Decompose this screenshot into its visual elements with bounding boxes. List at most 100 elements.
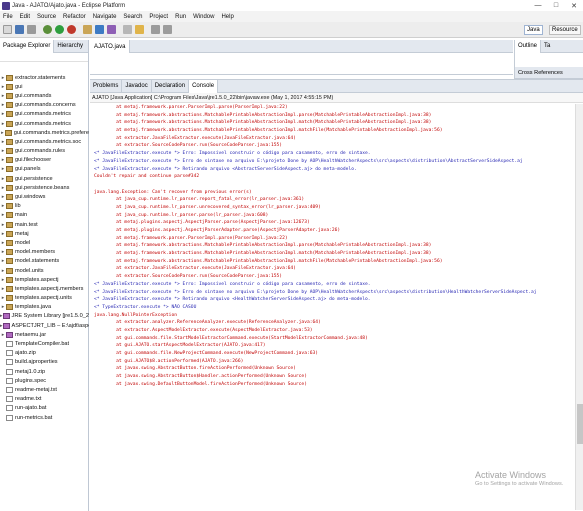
tree-item[interactable]: ▸ metaemu.jar <box>0 330 89 339</box>
tree-item[interactable]: ▸ gui.persistence.beans <box>0 183 89 192</box>
console-line: at extractor.AspectModelExtractor.execut… <box>94 327 313 333</box>
tree-item[interactable]: TemplateCompiler.bat <box>0 339 89 348</box>
tree-item[interactable]: metaj1.0.zip <box>0 367 89 376</box>
back-arrow-icon[interactable] <box>151 25 160 34</box>
tree-item[interactable]: ▸ gui.windows <box>0 192 89 201</box>
console-scrollbar-thumb[interactable] <box>577 404 583 444</box>
tree-item[interactable]: run-ajato.bat <box>0 404 89 413</box>
tree-item[interactable]: ▸ gui.commands.metrics <box>0 119 89 128</box>
editor-tab-ajato[interactable]: AJATO.java <box>90 40 131 53</box>
tree-item[interactable]: ▸ templates.java <box>0 303 89 312</box>
tree-item[interactable]: ▸ lib <box>0 202 89 211</box>
close-button[interactable]: ✕ <box>565 0 583 11</box>
package-icon <box>6 285 13 292</box>
console-view: Problems Javadoc Declaration Console AJA… <box>90 79 583 511</box>
package-icon <box>6 175 13 182</box>
save-icon[interactable] <box>15 25 24 34</box>
tab-declaration-label: Declaration <box>154 83 186 89</box>
toggle-mark-icon[interactable] <box>135 25 144 34</box>
minimize-button[interactable]: — <box>529 0 547 11</box>
menu-refactor[interactable]: Refactor <box>63 14 86 20</box>
package-icon <box>6 267 13 274</box>
menu-project[interactable]: Project <box>149 14 168 20</box>
editor-tab-label: AJATO.java <box>94 43 126 50</box>
tab-console[interactable]: Console <box>189 79 219 93</box>
search-icon[interactable] <box>123 25 132 34</box>
tree-item-label: main <box>15 212 28 219</box>
package-icon <box>6 166 13 173</box>
forward-arrow-icon[interactable] <box>163 25 172 34</box>
tree-item[interactable]: readme-metaj.txt <box>0 385 89 394</box>
console-line: at metaj.framework.parser.ParserImpl.par… <box>94 105 288 110</box>
tab-outline[interactable]: Outline <box>515 39 542 53</box>
tree-item[interactable]: ▸ templates.aspectj.units <box>0 294 89 303</box>
editor-tab-bar: AJATO.java <box>90 40 513 53</box>
tree-item[interactable]: ▸ gui.filechooser <box>0 156 89 165</box>
tree-item[interactable]: ▸ JRE System Library [jre1.5.0_22] <box>0 312 89 321</box>
new-class-icon[interactable] <box>95 25 104 34</box>
tree-item[interactable]: ▸ASPECTJRT_LIB – E:\ajdt\aspectj-tool <box>0 321 89 330</box>
tree-item[interactable]: ajato.zip <box>0 349 89 358</box>
tree-item[interactable]: readme.txt <box>0 395 89 404</box>
maximize-button[interactable]: □ <box>547 0 565 11</box>
new-icon[interactable] <box>3 25 12 34</box>
tree-item[interactable]: ▸ gui.commands.concerns <box>0 101 89 110</box>
cross-references-tab[interactable]: Cross References <box>514 67 583 79</box>
menu-navigate[interactable]: Navigate <box>93 14 117 20</box>
package-icon <box>6 276 13 283</box>
run-icon[interactable] <box>55 25 64 34</box>
tree-item[interactable]: ▸ extractor.statements <box>0 73 89 82</box>
tree-item[interactable]: ▸ model.units <box>0 266 89 275</box>
tree-item[interactable]: ▸ metaj <box>0 229 89 238</box>
tree-item[interactable]: ▸ model.members <box>0 248 89 257</box>
tab-package-explorer[interactable]: Package Explorer <box>0 39 55 53</box>
tree-item[interactable]: ▸ gui.commands <box>0 91 89 100</box>
tab-console-label: Console <box>192 83 215 89</box>
tree-item-label: run-metrics.bat <box>15 414 53 421</box>
debug-icon[interactable] <box>43 25 52 34</box>
tree-item[interactable]: plugins.spec <box>0 376 89 385</box>
external-tools-icon[interactable] <box>67 25 76 34</box>
tree-item[interactable]: ▸ gui.commands.metrics.soc <box>0 137 89 146</box>
package-icon <box>6 304 13 311</box>
tab-javadoc[interactable]: Javadoc <box>122 79 152 93</box>
menu-run[interactable]: Run <box>175 14 186 20</box>
package-explorer-tree: ▸ extractor.statements ▸ gui ▸ gui.commands ▸ g… <box>0 73 89 422</box>
tree-item[interactable]: ▸ gui.persistence <box>0 174 89 183</box>
tree-item[interactable]: ▸ gui <box>0 82 89 91</box>
tree-item[interactable]: ▸ model.statements <box>0 257 89 266</box>
print-icon[interactable] <box>27 25 36 34</box>
tree-item[interactable]: ▸ gui.commands.metrics <box>0 110 89 119</box>
tree-item[interactable]: ▸ model <box>0 238 89 247</box>
tree-item[interactable]: ▸ main.test <box>0 220 89 229</box>
console-scrollbar[interactable] <box>575 104 583 510</box>
menu-window[interactable]: Window <box>193 14 214 20</box>
tree-item[interactable]: ▸ gui.commands.rules <box>0 147 89 156</box>
watermark-title: Activate Windows <box>475 470 547 480</box>
console-output[interactable]: at metaj.framework.parser.ParserImpl.par… <box>90 104 573 510</box>
menu-file[interactable]: File <box>3 14 13 20</box>
tree-item[interactable]: ▸ gui.panels <box>0 165 89 174</box>
tree-item[interactable]: ▸ templates.aspectj <box>0 275 89 284</box>
tab-hierarchy[interactable]: Hierarchy <box>54 40 86 53</box>
tree-item[interactable]: ▸ templates.aspectj.members <box>0 284 89 293</box>
open-type-icon[interactable] <box>107 25 116 34</box>
editor-area[interactable] <box>90 53 513 75</box>
perspective-resource[interactable]: Resource <box>549 25 581 35</box>
menu-source[interactable]: Source <box>37 14 56 20</box>
tree-item[interactable]: ▸ main <box>0 211 89 220</box>
menu-edit[interactable]: Edit <box>20 14 30 20</box>
perspective-java[interactable]: Java <box>524 25 543 35</box>
tree-item[interactable]: build.ajproperties <box>0 358 89 367</box>
tree-item[interactable]: run-metrics.bat <box>0 413 89 422</box>
menu-search[interactable]: Search <box>123 14 142 20</box>
tab-declaration[interactable]: Declaration <box>152 79 190 93</box>
file-icon <box>6 414 13 421</box>
new-package-icon[interactable] <box>83 25 92 34</box>
tab-problems[interactable]: Problems <box>90 79 123 93</box>
package-icon <box>6 212 13 219</box>
tab-task-list[interactable]: Ta <box>541 40 553 53</box>
console-line: <* TypeExtractor.execute *> NÃO CASOU <box>94 304 197 310</box>
tree-item[interactable]: ▸ gui.commands.metrics.prefere <box>0 128 89 137</box>
menu-help[interactable]: Help <box>221 14 233 20</box>
